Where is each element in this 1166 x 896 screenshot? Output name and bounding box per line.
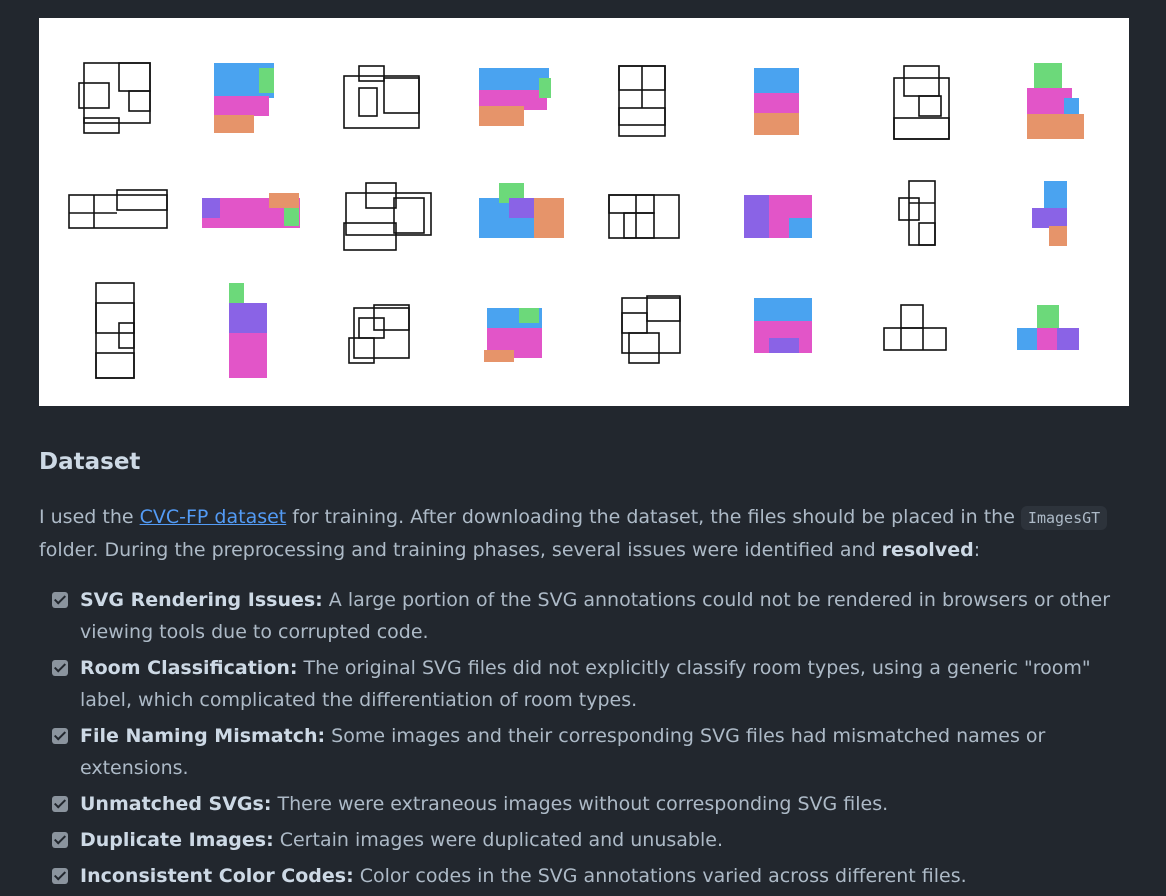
- task-item: File Naming Mismatch: Some images and th…: [39, 720, 1139, 784]
- intro-suffix: :: [973, 539, 981, 561]
- floorplan-segmentation: [479, 183, 564, 238]
- intro-mid: for training. After downloading the data…: [286, 506, 1021, 528]
- task-title: File Naming Mismatch:: [80, 725, 326, 747]
- task-title: Room Classification:: [80, 657, 298, 679]
- task-item: Room Classification: The original SVG fi…: [39, 652, 1139, 716]
- floorplan-outline: [883, 304, 947, 351]
- floorplan-outline: [68, 189, 168, 229]
- task-text: There were extraneous images without cor…: [271, 793, 889, 815]
- dataset-link[interactable]: CVC-FP dataset: [140, 506, 287, 528]
- task-title: Unmatched SVGs:: [80, 793, 272, 815]
- floorplan-outline: [608, 194, 680, 239]
- floorplan-outline: [343, 182, 432, 251]
- intro-paragraph: I used the CVC-FP dataset for training. …: [39, 501, 1129, 566]
- floorplan-outline: [95, 282, 135, 379]
- task-title: Duplicate Images:: [80, 829, 274, 851]
- floorplan-outline: [898, 180, 936, 246]
- floorplan-segmentation: [484, 308, 542, 362]
- intro-bold: resolved: [881, 539, 974, 561]
- task-list: SVG Rendering Issues: A large portion of…: [39, 584, 1139, 896]
- floorplan-segmentation: [229, 283, 267, 378]
- floorplan-segmentation: [479, 68, 551, 126]
- floorplan-outline: [78, 62, 151, 134]
- section-heading: Dataset: [39, 449, 141, 475]
- floorplan-segmentation: [1032, 181, 1067, 246]
- floorplan-outline: [343, 65, 420, 129]
- floorplan-segmentation: [754, 298, 812, 353]
- checkbox[interactable]: [52, 728, 68, 744]
- checkbox[interactable]: [52, 868, 68, 884]
- floorplan-segmentation: [1027, 63, 1084, 139]
- floorplan-segmentation: [214, 63, 274, 133]
- floorplan-segmentation: [1017, 305, 1079, 350]
- checkbox[interactable]: [52, 592, 68, 608]
- floorplan-outline: [348, 304, 410, 364]
- task-item: Duplicate Images: Certain images were du…: [39, 824, 1139, 856]
- intro-mid2: folder. During the preprocessing and tra…: [39, 539, 882, 561]
- task-title: Inconsistent Color Codes:: [80, 865, 354, 887]
- task-item: SVG Rendering Issues: A large portion of…: [39, 584, 1139, 648]
- task-title: SVG Rendering Issues:: [80, 589, 323, 611]
- checkbox[interactable]: [52, 832, 68, 848]
- floorplan-segmentation: [754, 68, 799, 135]
- floorplan-segmentation: [744, 195, 812, 238]
- floorplan-outline: [618, 65, 666, 137]
- floorplan-grid: [68, 62, 1084, 379]
- checkbox[interactable]: [52, 796, 68, 812]
- task-text: Color codes in the SVG annotations varie…: [353, 865, 967, 887]
- checkbox[interactable]: [52, 660, 68, 676]
- floorplan-outline: [893, 65, 950, 140]
- task-item: Unmatched SVGs: There were extraneous im…: [39, 788, 1139, 820]
- floorplan-outline: [621, 295, 681, 364]
- floorplan-figure: [39, 18, 1129, 406]
- floorplan-segmentation: [202, 193, 300, 228]
- inline-code: ImagesGT: [1020, 506, 1108, 530]
- intro-prefix: I used the: [39, 506, 140, 528]
- task-text: Certain images were duplicated and unusa…: [273, 829, 723, 851]
